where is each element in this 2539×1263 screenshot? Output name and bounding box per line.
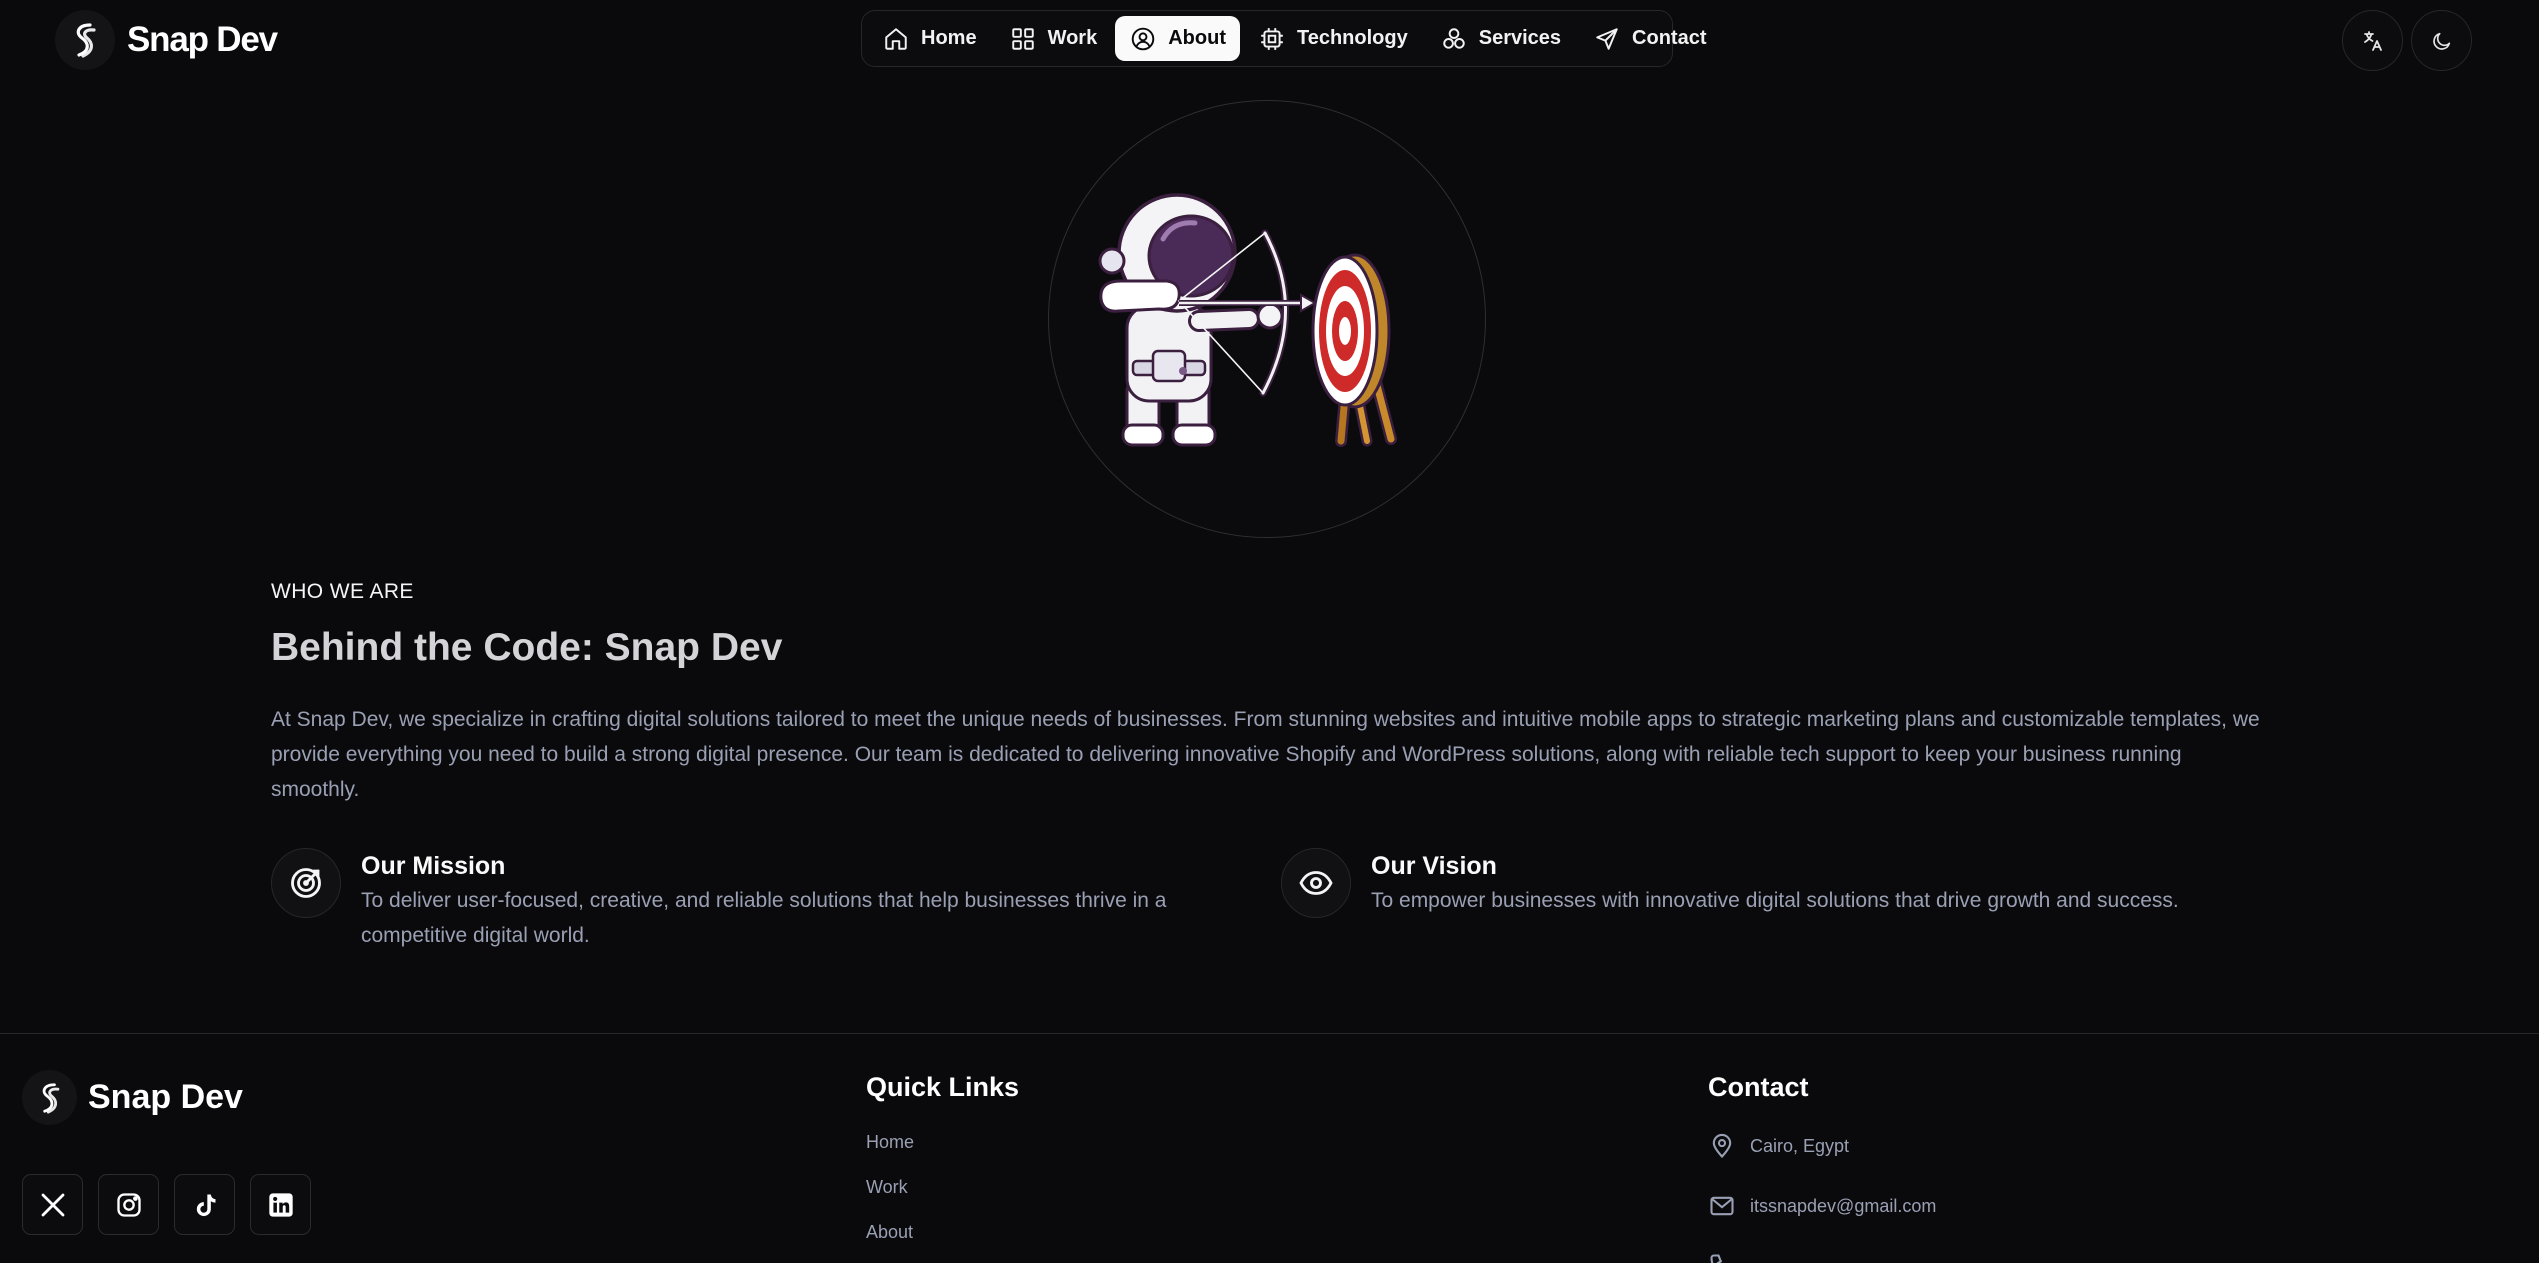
tiktok-icon [196, 1194, 215, 1216]
contact-email-text: itssnapdev@gmail.com [1750, 1195, 1937, 1216]
chip-icon [1261, 27, 1283, 50]
linkedin-icon [268, 1192, 293, 1217]
logo-icon [55, 10, 115, 70]
footer-logo-icon [22, 1070, 77, 1125]
nav-contact[interactable]: Contact [1579, 16, 1720, 61]
nav-about[interactable]: About [1115, 16, 1240, 61]
section-eyebrow: WHO WE ARE [271, 580, 414, 603]
language-toggle-button[interactable] [2342, 10, 2403, 71]
quick-links-title: Quick Links [866, 1072, 1020, 1102]
linkedin-link[interactable] [250, 1174, 311, 1235]
nav-services-label: Services [1478, 27, 1562, 49]
eye-icon [1281, 848, 1351, 918]
x-link[interactable] [22, 1174, 83, 1235]
mission-title: Our Mission [361, 852, 506, 880]
hero-illustration [1048, 100, 1486, 538]
footer-brand-name: Snap Dev [88, 1078, 243, 1116]
about-paragraph: At Snap Dev, we specialize in crafting d… [271, 708, 2260, 801]
nav-services[interactable]: Services [1426, 16, 1575, 61]
grid-icon [1011, 27, 1034, 50]
contact-location: Cairo, Egypt [1708, 1132, 1849, 1160]
nav-home[interactable]: Home [868, 16, 991, 61]
user-circle-icon [1131, 27, 1155, 50]
instagram-link[interactable] [98, 1174, 159, 1235]
nav-work-label: Work [1047, 27, 1098, 49]
vision-block: Our Vision To empower businesses with in… [1281, 848, 2281, 918]
footer-link-about[interactable]: About [866, 1222, 913, 1243]
contact-title: Contact [1708, 1072, 1809, 1102]
instagram-icon [116, 1192, 141, 1217]
footer-brand-link[interactable]: Snap Dev [22, 1070, 243, 1125]
contact-location-text: Cairo, Egypt [1750, 1135, 1850, 1156]
map-pin-icon [1712, 1133, 1732, 1159]
nav-work[interactable]: Work [995, 16, 1112, 61]
moon-icon [2432, 32, 2450, 50]
nav-technology-label: Technology [1296, 27, 1408, 49]
contact-email[interactable]: itssnapdev@gmail.com [1708, 1192, 1936, 1220]
send-icon [1596, 27, 1618, 50]
vision-title: Our Vision [1371, 852, 1497, 880]
mission-desc: To deliver user-focused, creative, and r… [361, 889, 1167, 947]
nav-about-label: About [1168, 27, 1226, 49]
home-icon [885, 27, 907, 50]
footer-link-home[interactable]: Home [866, 1132, 914, 1153]
astronaut-archer-illustration [1098, 193, 1397, 447]
mail-icon [1710, 1196, 1734, 1216]
target-icon [271, 848, 341, 918]
mission-block: Our Mission To deliver user-focused, cre… [271, 848, 1231, 953]
page: Snap Dev Home Work About Technology Serv… [0, 0, 2539, 1263]
page-title: Behind the Code: Snap Dev [271, 626, 783, 669]
services-icon [1443, 27, 1465, 49]
phone-icon [1710, 1254, 1723, 1263]
brand-name: Snap Dev [127, 20, 278, 59]
contact-phone[interactable] [1708, 1252, 1736, 1263]
vision-desc: To empower businesses with innovative di… [1371, 889, 2179, 912]
nav-contact-label: Contact [1632, 27, 1707, 49]
footer: Snap Dev Quick Links Home Work About Con… [0, 1033, 2539, 1263]
main-nav: Home Work About Technology Services Cont… [861, 10, 1706, 67]
nav-home-label: Home [921, 27, 977, 49]
brand-logo-link[interactable]: Snap Dev [55, 10, 278, 70]
tiktok-link[interactable] [174, 1174, 235, 1235]
footer-link-work[interactable]: Work [866, 1177, 908, 1198]
x-icon [41, 1193, 64, 1216]
theme-toggle-button[interactable] [2411, 10, 2472, 71]
translate-icon [2363, 30, 2382, 51]
social-links [22, 1174, 311, 1235]
nav-technology[interactable]: Technology [1244, 16, 1422, 61]
